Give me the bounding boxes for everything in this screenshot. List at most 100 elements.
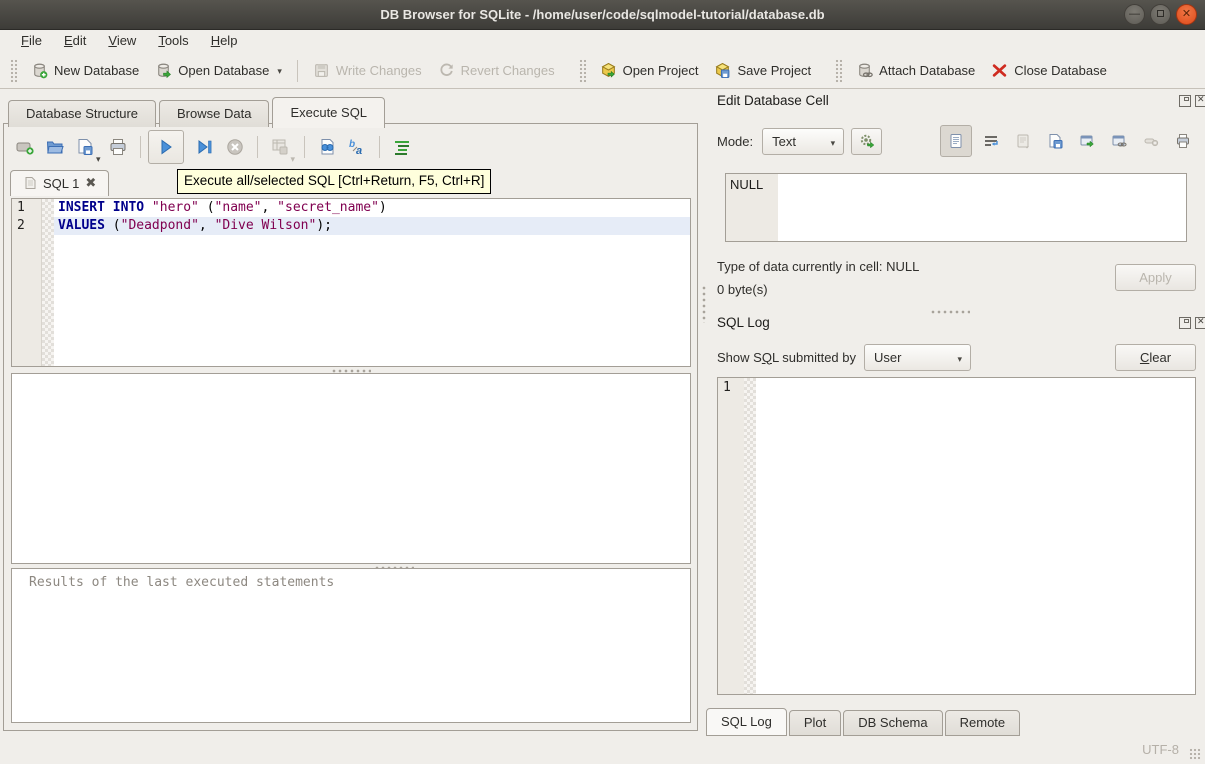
attach-database-button[interactable]: Attach Database [848, 57, 983, 84]
title-bar: DB Browser for SQLite - /home/user/code/… [0, 0, 1205, 30]
menu-view[interactable]: View [97, 31, 147, 53]
log-line-number: 1 [718, 378, 744, 694]
toolbar-grip[interactable] [579, 59, 586, 83]
open-in-external-button[interactable] [1074, 128, 1100, 154]
new-sql-tab-button[interactable] [10, 132, 40, 162]
toolbar-separator [297, 60, 298, 82]
edit-cell-dock-buttons [1179, 95, 1205, 107]
print-icon [108, 137, 128, 157]
save-project-button[interactable]: Save Project [706, 57, 819, 84]
cell-null-label: NULL [726, 174, 778, 241]
new-database-button[interactable]: New Database [23, 57, 147, 84]
copy-link-button[interactable] [1106, 128, 1132, 154]
panel-splitter[interactable] [700, 285, 706, 323]
menu-tools[interactable]: Tools [147, 31, 199, 53]
results-grid[interactable] [11, 373, 691, 564]
sql-log-dock-title: SQL Log [717, 315, 770, 330]
sql-log-filter-value: User [874, 350, 970, 365]
cell-edit-area[interactable] [778, 174, 1186, 241]
sql-editor[interactable]: 12 INSERT INTO "hero" ("name", "secret_n… [11, 198, 691, 367]
word-wrap-button[interactable] [978, 128, 1004, 154]
print-cell-icon [1175, 133, 1191, 149]
format-sql-button[interactable] [387, 132, 417, 162]
open-sql-file-button[interactable] [40, 132, 70, 162]
maximize-button[interactable] [1150, 4, 1171, 25]
toolbar-grip[interactable] [10, 59, 17, 83]
dock-splitter[interactable] [930, 308, 970, 314]
sql-log-output[interactable]: 1 [717, 377, 1196, 695]
open-database-dropdown-icon[interactable]: ▾ [277, 66, 282, 79]
dock-close-icon[interactable] [1195, 95, 1205, 107]
cell-value-editor[interactable]: NULL [725, 173, 1187, 242]
auto-complete-button[interactable]: b a [342, 132, 372, 162]
open-database-button[interactable]: Open Database ▾ [147, 57, 290, 84]
write-changes-icon [313, 62, 330, 79]
toolbar-grip[interactable] [835, 59, 842, 83]
editor-line-number: 1 [12, 199, 41, 217]
menu-edit[interactable]: Edit [53, 31, 97, 53]
open-project-icon [600, 62, 617, 79]
find-button[interactable] [312, 132, 342, 162]
sql-log-filter-combobox[interactable]: User ▾ [864, 344, 971, 371]
set-null-button [1138, 128, 1164, 154]
mode-combobox[interactable]: Text ▾ [762, 128, 844, 155]
tab-database-structure[interactable]: Database Structure [8, 100, 156, 127]
set-null-icon [1143, 133, 1159, 149]
execute-sql-button[interactable] [148, 130, 184, 164]
resize-grip[interactable] [1189, 748, 1201, 760]
sql-log-dock-buttons [1179, 317, 1205, 329]
minimize-button[interactable]: — [1124, 4, 1145, 25]
dock-tab-remote[interactable]: Remote [945, 710, 1021, 736]
close-button[interactable]: ✕ [1176, 4, 1197, 25]
open-project-label: Open Project [623, 63, 699, 78]
edit-cell-dock-title: Edit Database Cell [717, 93, 829, 108]
open-project-button[interactable]: Open Project [592, 57, 707, 84]
clear-button-label: Clear [1140, 350, 1171, 365]
close-sql-tab-icon[interactable]: ✖ [85, 175, 96, 191]
tab-execute-sql[interactable]: Execute SQL [272, 97, 385, 128]
dock-tab-db-schema[interactable]: DB Schema [843, 710, 942, 736]
sql-file-icon [23, 176, 37, 190]
text-mode-toggle-button[interactable] [940, 125, 972, 157]
print-sql-button[interactable] [103, 132, 133, 162]
dock-float-icon[interactable] [1179, 317, 1191, 329]
dock-tab-bar: SQL Log Plot DB Schema Remote [706, 708, 1022, 736]
clear-log-button[interactable]: Clear [1115, 344, 1196, 371]
cell-mode-row: Mode: Text ▾ [717, 125, 1196, 157]
editor-line-numbers: 12 [12, 199, 42, 366]
open-sql-file-icon [45, 137, 65, 157]
export-file-icon [1047, 133, 1063, 149]
svg-text:b: b [349, 139, 355, 150]
save-project-icon [714, 62, 731, 79]
dock-tab-sql-log[interactable]: SQL Log [706, 708, 787, 736]
save-project-label: Save Project [737, 63, 811, 78]
results-message-box[interactable]: Results of the last executed statements [11, 568, 691, 723]
execute-current-line-button[interactable] [190, 132, 220, 162]
menu-file[interactable]: File [10, 31, 53, 53]
sql-toolbar-separator [257, 136, 258, 158]
dock-float-inner [1184, 319, 1189, 323]
editor-code-line[interactable]: INSERT INTO "hero" ("name", "secret_name… [54, 199, 690, 217]
write-changes-label: Write Changes [336, 63, 422, 78]
log-text-area[interactable] [756, 378, 1195, 694]
editor-fold-margin [42, 199, 54, 366]
sql-doc-tab-bar: SQL 1 ✖ [10, 170, 109, 196]
close-database-button[interactable]: Close Database [983, 57, 1115, 84]
execute-sql-pane: ▾ [3, 123, 698, 731]
maximize-icon [1157, 10, 1164, 17]
dock-float-icon[interactable] [1179, 95, 1191, 107]
export-cell-data-button[interactable] [1042, 128, 1068, 154]
tab-browse-data[interactable]: Browse Data [159, 100, 269, 127]
menu-help[interactable]: Help [200, 31, 249, 53]
print-cell-button[interactable] [1170, 128, 1196, 154]
svg-text:a: a [356, 145, 362, 157]
dock-tab-plot[interactable]: Plot [789, 710, 841, 736]
auto-switch-mode-button[interactable] [851, 128, 882, 155]
write-changes-button: Write Changes [305, 57, 430, 84]
new-database-label: New Database [54, 63, 139, 78]
editor-code-area[interactable]: INSERT INTO "hero" ("name", "secret_name… [54, 199, 690, 366]
dock-close-icon[interactable] [1195, 317, 1205, 329]
editor-code-line[interactable]: VALUES ("Deadpond", "Dive Wilson"); [54, 217, 690, 235]
save-sql-dropdown-icon[interactable]: ▾ [96, 154, 101, 167]
sql-doc-tab[interactable]: SQL 1 ✖ [10, 170, 109, 196]
